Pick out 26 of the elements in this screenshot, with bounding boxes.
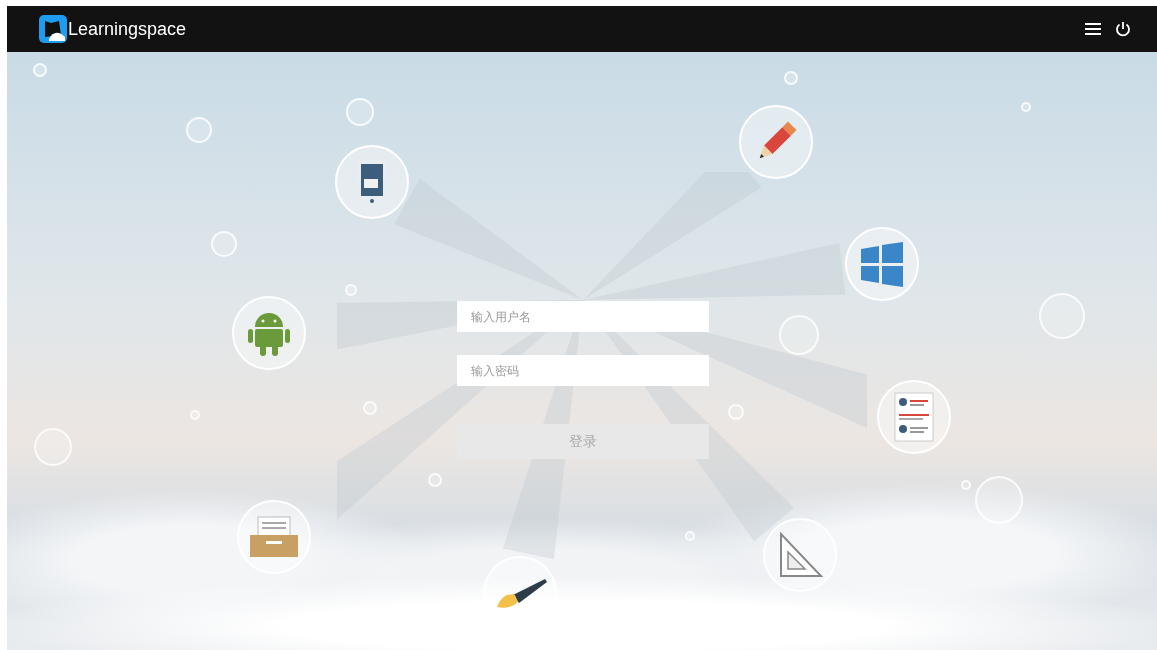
bubble bbox=[685, 531, 695, 541]
username-field[interactable]: 输入用户名 bbox=[457, 301, 709, 332]
bubble bbox=[186, 117, 212, 143]
power-button[interactable] bbox=[1113, 19, 1133, 39]
bubble bbox=[975, 476, 1023, 524]
bubble bbox=[34, 428, 72, 466]
bubble bbox=[779, 315, 819, 355]
bubble bbox=[728, 404, 744, 420]
bubble bbox=[428, 473, 442, 487]
bubble bbox=[363, 401, 377, 415]
file-tray-icon bbox=[248, 515, 300, 559]
bubble bbox=[1039, 293, 1085, 339]
menu-icon bbox=[1085, 22, 1101, 36]
bubble bbox=[1021, 102, 1031, 112]
bubble bbox=[346, 98, 374, 126]
password-field[interactable]: 输入密码 bbox=[457, 355, 709, 386]
bubble bbox=[33, 63, 47, 77]
bubble bbox=[211, 231, 237, 257]
bubble bbox=[784, 71, 798, 85]
power-icon bbox=[1115, 21, 1131, 37]
bubble bbox=[345, 284, 357, 296]
brand-name: Learningspace bbox=[68, 17, 187, 41]
logo-icon bbox=[39, 15, 67, 43]
bubble bbox=[190, 410, 200, 420]
bubble bbox=[961, 480, 971, 490]
report-document-icon bbox=[893, 391, 935, 443]
